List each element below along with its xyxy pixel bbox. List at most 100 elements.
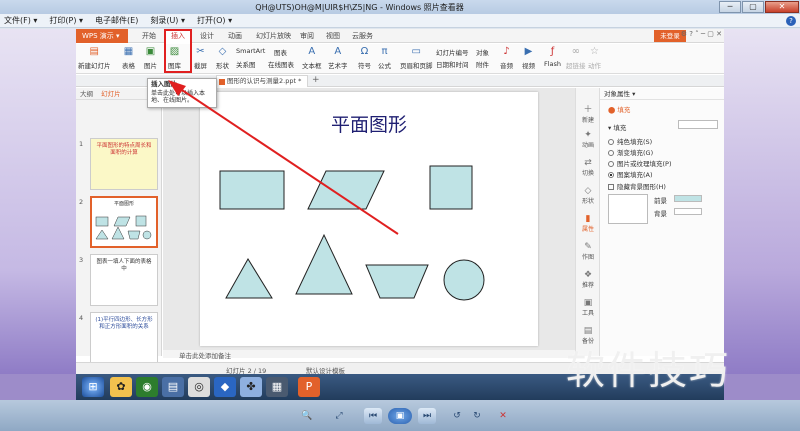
flash-button[interactable]: ƒ Flash xyxy=(544,46,561,68)
tab-slideshow[interactable]: 幻灯片放映 xyxy=(256,29,291,43)
sidebar-item-shape[interactable]: ◇ 形状 xyxy=(577,186,599,205)
foreground-label: 前景 xyxy=(654,197,667,205)
app-green-icon[interactable]: ◉ xyxy=(136,377,158,397)
radio-selected-icon xyxy=(608,172,614,178)
slide-thumbnail[interactable]: 图表一填人下面的表格中 xyxy=(90,254,158,306)
radio-solid-fill[interactable]: 纯色填充(S) xyxy=(608,136,652,146)
slide-thumbnail[interactable]: (1)平行四边形、长方形和正方形面积的关系 xyxy=(90,312,158,364)
sidebar-item-drawing[interactable]: ✎ 作图 xyxy=(577,242,599,261)
shape-button[interactable]: ◇ 形状 xyxy=(216,46,229,70)
rotate-ccw-icon[interactable]: ↺ xyxy=(450,408,464,424)
symbol-icon: Ω xyxy=(360,46,369,57)
hyperlink-button[interactable]: ∞ 超链接 xyxy=(566,46,586,70)
browser-icon[interactable]: ◎ xyxy=(188,377,210,397)
tab-design[interactable]: 设计 xyxy=(200,29,214,43)
add-tab-button[interactable]: + xyxy=(312,75,320,86)
smartart-button[interactable]: SmartArt xyxy=(236,47,265,55)
sidebar-item-properties[interactable]: ▮ 属性 xyxy=(577,214,599,233)
menu-open[interactable]: 打开(O) ▾ xyxy=(197,15,232,26)
wordart-button[interactable]: A 艺术字 xyxy=(328,46,348,70)
fill-tab-icon: ⬤ xyxy=(608,106,618,114)
tab-home[interactable]: 开始 xyxy=(142,29,156,43)
radio-gradient-fill[interactable]: 渐变填充(G) xyxy=(608,147,653,157)
slideshow-button[interactable]: ▣ xyxy=(388,408,412,424)
video-icon: ▶ xyxy=(524,46,533,57)
slide-thumbnail-selected[interactable]: 平面图形 xyxy=(90,196,158,248)
folder-icon[interactable]: ▤ xyxy=(162,377,184,397)
tab-review[interactable]: 审阅 xyxy=(300,29,314,43)
radio-picture-fill[interactable]: 图片或纹理填充(P) xyxy=(608,158,672,168)
notes-area[interactable]: 单击此处添加备注 xyxy=(163,350,575,360)
wps-logo[interactable]: WPS 演示 ▾ xyxy=(76,29,128,43)
sidebar-item-new[interactable]: ＋新建 xyxy=(577,102,599,124)
app-flower-icon[interactable]: ✿ xyxy=(110,377,132,397)
background-color-picker[interactable] xyxy=(674,208,702,215)
tab-animation[interactable]: 动画 xyxy=(228,29,242,43)
minimize-button[interactable]: ─ xyxy=(719,1,741,13)
relation-chart-button[interactable]: 关系图 xyxy=(236,59,256,69)
chart-button[interactable]: 图表 xyxy=(274,47,287,57)
symbol-button[interactable]: Ω 符号 xyxy=(358,46,371,70)
picture-icon: ▣ xyxy=(145,46,156,57)
delete-icon[interactable]: ✕ xyxy=(496,408,510,424)
table-button[interactable]: ▦ 表格 xyxy=(122,46,135,70)
hide-background-checkbox[interactable]: 隐藏背景图形(H) xyxy=(608,181,666,191)
document-tab[interactable]: 图形的认识与测量2.ppt * xyxy=(216,75,308,87)
foreground-color-picker[interactable] xyxy=(674,195,702,202)
app-film-icon[interactable]: ▦ xyxy=(266,377,288,397)
slide-editor[interactable]: 平面图形 xyxy=(200,92,538,346)
start-orb-icon[interactable]: ⊞ xyxy=(82,377,104,397)
fill-tab[interactable]: ⬤ 填充 xyxy=(608,104,630,114)
tab-cloud[interactable]: 云服务 xyxy=(352,29,373,43)
wps-window: WPS 演示 ▾ 开始 插入 设计 动画 幻灯片放映 审阅 视图 云服务 未登录… xyxy=(76,29,724,375)
help-icon[interactable]: ? xyxy=(786,15,796,26)
close-button[interactable]: ✕ xyxy=(765,1,799,13)
window-control-icons[interactable]: ⚙ ? ˄ ─ ▢ ✕ xyxy=(681,30,722,38)
menu-print[interactable]: 打印(P) ▾ xyxy=(49,15,83,26)
fill-section-label[interactable]: ▾ 填充 xyxy=(608,122,626,132)
maximize-button[interactable]: ▢ xyxy=(742,1,764,13)
textbox-button[interactable]: A 文本框 xyxy=(302,46,322,70)
tab-slides[interactable]: 幻灯片 xyxy=(101,90,121,98)
fill-dropdown[interactable] xyxy=(678,120,718,129)
tools-icon: ▣ xyxy=(583,298,593,308)
online-chart-button[interactable]: 在线图表 xyxy=(268,59,294,69)
action-button[interactable]: ☆ 动作 xyxy=(588,46,601,70)
header-footer-button[interactable]: ▭ 页眉和页脚 xyxy=(400,46,433,70)
insert-tab-highlight-box xyxy=(164,29,192,73)
radio-pattern-fill[interactable]: 图案填充(A) xyxy=(608,169,653,179)
tab-outline[interactable]: 大纲 xyxy=(80,90,93,98)
wps-taskbar-icon[interactable]: P xyxy=(298,377,320,397)
video-button[interactable]: ▶ 视频 xyxy=(522,46,535,70)
new-slide-button[interactable]: ▤ 新建幻灯片 xyxy=(78,46,111,70)
audio-button[interactable]: ♪ 音频 xyxy=(500,46,513,70)
formula-button[interactable]: π 公式 xyxy=(378,46,391,70)
slide-thumbnail[interactable]: 平面图形的特点周长和面积的计算 xyxy=(90,138,158,190)
slide-number-button[interactable]: 幻灯片编号 xyxy=(436,47,469,57)
zoom-icon[interactable]: 🔍 xyxy=(298,408,316,424)
next-button[interactable]: ⏭ xyxy=(418,408,436,424)
rotate-cw-icon[interactable]: ↻ xyxy=(470,408,484,424)
attachment-button[interactable]: 附件 xyxy=(476,59,489,69)
sidebar-item-animation[interactable]: ✦ 动画 xyxy=(577,130,599,149)
menu-burn[interactable]: 刻录(U) ▾ xyxy=(150,15,185,26)
app-paw-icon[interactable]: ✤ xyxy=(240,377,262,397)
sidebar-item-transition[interactable]: ⇄ 切换 xyxy=(577,158,599,177)
pattern-preview[interactable] xyxy=(608,194,648,224)
actual-size-icon[interactable]: ⤢ xyxy=(330,408,348,424)
sidebar-item-tools[interactable]: ▣ 工具 xyxy=(577,298,599,317)
previous-button[interactable]: ⏮ xyxy=(364,408,382,424)
object-button[interactable]: 对象 xyxy=(476,47,489,57)
tab-view[interactable]: 视图 xyxy=(326,29,340,43)
desktop-background-right xyxy=(724,29,800,374)
datetime-button[interactable]: 日期和时间 xyxy=(436,59,469,69)
menu-file[interactable]: 文件(F) ▾ xyxy=(4,15,37,26)
sidebar-item-recommend[interactable]: ❖ 推荐 xyxy=(577,270,599,289)
app-blue-icon[interactable]: ◆ xyxy=(214,377,236,397)
picture-button[interactable]: ▣ 图片 xyxy=(144,46,157,70)
shape-icon: ◇ xyxy=(584,186,592,196)
screenshot-button[interactable]: ✂ 截屏 xyxy=(194,46,207,70)
menu-email[interactable]: 电子邮件(E) xyxy=(95,15,138,26)
properties-header[interactable]: 对象属性 ▾ xyxy=(600,88,724,100)
header-footer-icon: ▭ xyxy=(411,46,421,57)
